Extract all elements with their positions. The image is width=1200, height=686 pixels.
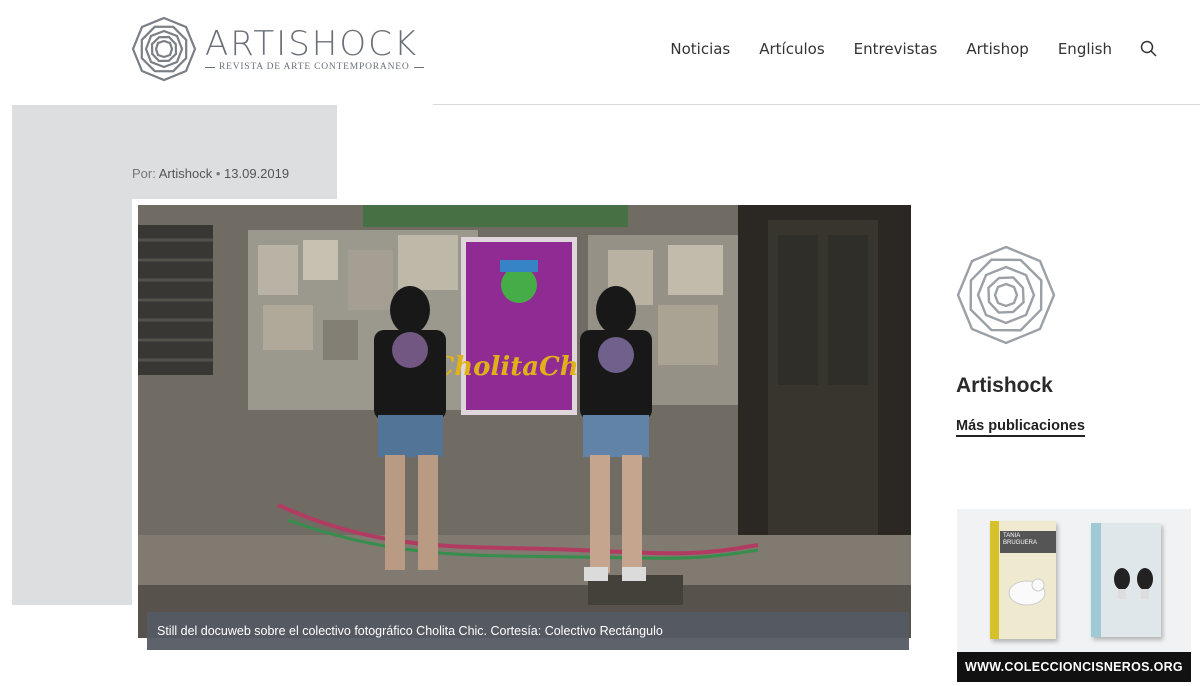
nav-item-noticias[interactable]: Noticias <box>670 38 730 60</box>
site-header: ARTISHOCK REVISTA DE ARTE CONTEMPORANEO … <box>0 0 1200 104</box>
logo-subtitle: REVISTA DE ARTE CONTEMPORANEO <box>219 62 410 72</box>
featured-image: CholitaChic <box>138 205 911 638</box>
ad-book-cover <box>1091 523 1161 637</box>
header-divider <box>433 104 1200 105</box>
nav-item-english[interactable]: English <box>1058 38 1112 60</box>
sidebar-ad[interactable]: TANIA BRUGUERA WWW.COLECCIONCISNEROS.ORG <box>957 509 1191 682</box>
more-publications-link[interactable]: Más publicaciones <box>956 418 1085 437</box>
main-nav: Noticias Artículos Entrevistas Artishop … <box>641 38 1158 60</box>
byline-author[interactable]: Artishock <box>159 166 212 181</box>
logo-title: ARTISHOCK <box>205 24 419 64</box>
ad-url[interactable]: WWW.COLECCIONCISNEROS.ORG <box>957 652 1191 682</box>
author-name: Artishock <box>956 374 1053 397</box>
nav-item-entrevistas[interactable]: Entrevistas <box>854 38 938 60</box>
author-avatar-icon[interactable] <box>955 244 1057 346</box>
nav-item-articulos[interactable]: Artículos <box>759 38 824 60</box>
site-logo[interactable]: ARTISHOCK REVISTA DE ARTE CONTEMPORANEO <box>131 16 424 82</box>
nav-item-artishop[interactable]: Artishop <box>966 38 1029 60</box>
logo-mark-icon <box>131 16 197 82</box>
byline: Por: Artishock • 13.09.2019 <box>132 166 290 181</box>
ad-book-cover: TANIA BRUGUERA <box>990 521 1056 639</box>
byline-date: 13.09.2019 <box>224 166 290 181</box>
search-icon[interactable] <box>1140 40 1158 58</box>
image-caption: Still del docuweb sobre el colectivo fot… <box>147 612 909 650</box>
